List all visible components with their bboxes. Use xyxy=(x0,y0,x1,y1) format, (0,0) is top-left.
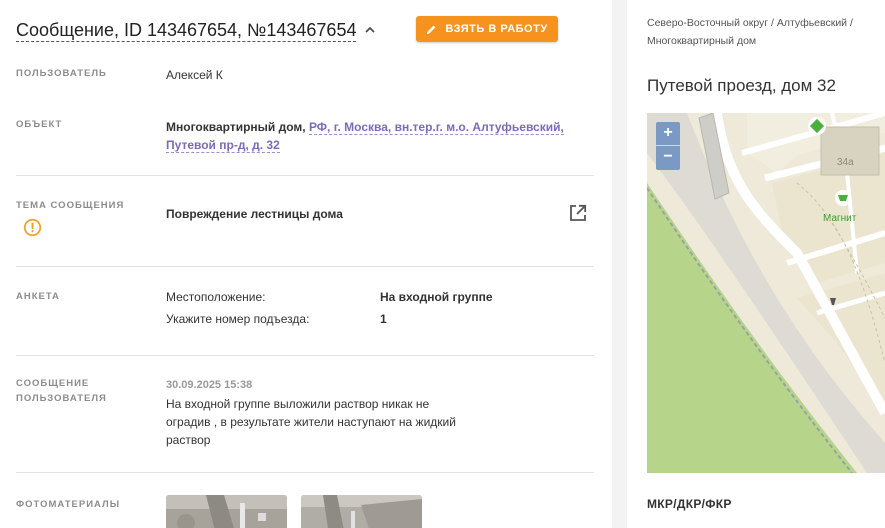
message-text: На входной группе выложили раствор никак… xyxy=(166,395,496,449)
address-title: Путевой проезд, дом 32 xyxy=(647,76,836,95)
message-label: СООБЩЕНИЕ ПОЛЬЗОВАТЕЛЯ xyxy=(16,376,107,406)
survey-question-1: Местоположение: xyxy=(166,290,266,304)
map-zoom-control: + − xyxy=(656,122,680,170)
title-row: Сообщение, ID 143467654, №143467654 xyxy=(16,16,376,44)
message-text-line1: На входной группе выложили раствор никак… xyxy=(166,397,430,411)
divider xyxy=(16,266,594,267)
topic-value: Повреждение лестницы дома xyxy=(166,207,343,221)
survey-answer-2: 1 xyxy=(380,312,387,326)
message-text-line2: оградив , в результате жители наступают … xyxy=(166,415,456,429)
chevron-up-icon[interactable] xyxy=(364,24,376,36)
pencil-icon xyxy=(427,25,436,34)
breadcrumb-line2[interactable]: Многоквартирный дом xyxy=(647,35,756,47)
message-label-line1: СООБЩЕНИЕ xyxy=(16,378,90,389)
breadcrumb-line1[interactable]: Северо-Восточный округ / Алтуфьевский / xyxy=(647,17,853,29)
photo-thumbnail[interactable] xyxy=(301,495,422,528)
take-to-work-button[interactable]: ВЗЯТЬ В РАБОТУ xyxy=(416,16,558,42)
photo-thumbnail[interactable] xyxy=(166,495,287,528)
survey-question-2: Укажите номер подъезда: xyxy=(166,312,310,326)
building-number-label: 34а xyxy=(837,157,854,168)
photos-label: ФОТОМАТЕРИАЛЫ xyxy=(16,499,121,510)
warning-circle-icon xyxy=(23,218,42,237)
divider xyxy=(16,355,594,356)
survey-answer-1: На входной группе xyxy=(380,290,493,304)
message-text-line3: раствор xyxy=(166,433,211,447)
poi-label: Магнит xyxy=(823,213,857,224)
take-to-work-label: ВЗЯТЬ В РАБОТУ xyxy=(445,23,548,35)
topic-label: ТЕМА СООБЩЕНИЯ xyxy=(16,200,125,211)
object-address-link[interactable]: РФ, г. Москва, вн.тер.г. м.о. Алтуфьевск… xyxy=(308,120,564,135)
object-type: Многоквартирный дом, xyxy=(166,120,306,134)
message-panel: Сообщение, ID 143467654, №143467654 ВЗЯТ… xyxy=(0,0,612,528)
object-label: ОБЪЕКТ xyxy=(16,119,63,130)
user-label: ПОЛЬЗОВАТЕЛЬ xyxy=(16,68,107,79)
divider xyxy=(16,472,594,473)
section-label: МКР/ДКР/ФКР xyxy=(647,497,732,511)
map-canvas[interactable]: 34а Магнит xyxy=(647,113,885,473)
zoom-in-button[interactable]: + xyxy=(656,122,680,145)
page-title[interactable]: Сообщение, ID 143467654, №143467654 xyxy=(16,19,357,42)
message-date: 30.09.2025 15:38 xyxy=(166,379,253,391)
zoom-out-button[interactable]: − xyxy=(656,146,680,169)
survey-label: АНКЕТА xyxy=(16,291,60,302)
message-label-line2: ПОЛЬЗОВАТЕЛЯ xyxy=(16,393,107,404)
external-link-icon[interactable] xyxy=(568,203,588,223)
divider xyxy=(16,175,594,176)
user-value: Алексей К xyxy=(166,68,223,82)
object-value: Многоквартирный дом, РФ, г. Москва, вн.т… xyxy=(166,118,586,154)
map[interactable]: 34а Магнит + − xyxy=(647,113,885,473)
breadcrumb: Северо-Восточный округ / Алтуфьевский / … xyxy=(647,14,883,50)
location-panel: Северо-Восточный округ / Алтуфьевский / … xyxy=(627,0,885,528)
object-address-link-line2[interactable]: Путевой пр-д, д. 32 xyxy=(166,138,280,153)
panel-divider xyxy=(612,0,627,528)
